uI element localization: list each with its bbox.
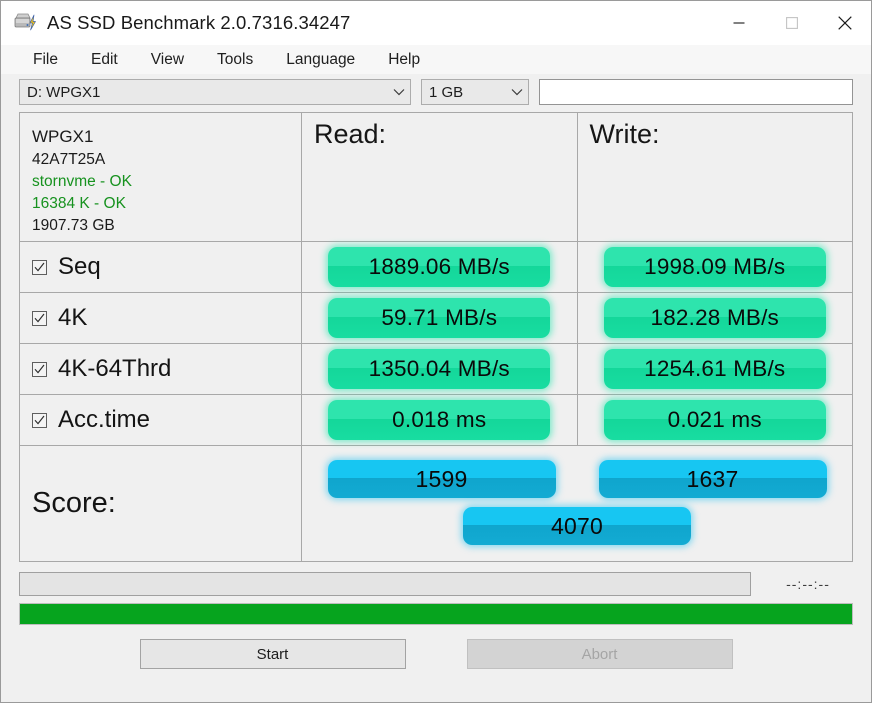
title-bar: AS SSD Benchmark 2.0.7316.34247 bbox=[1, 1, 871, 45]
device-capacity: 1907.73 GB bbox=[32, 217, 115, 235]
table-row: Seq 1889.06 MB/s 1998.09 MB/s bbox=[20, 242, 852, 293]
test-label-cell-4k: 4K bbox=[20, 293, 302, 343]
bottom-panel: --:--:-- Start Abort bbox=[19, 572, 853, 669]
results-grid: WPGX1 42A7T25A stornvme - OK 16384 K - O… bbox=[19, 112, 853, 562]
checkbox-4k[interactable] bbox=[32, 310, 47, 326]
write-header-label: Write: bbox=[589, 119, 660, 149]
score-label-cell: Score: bbox=[20, 446, 302, 561]
start-button[interactable]: Start bbox=[139, 639, 406, 669]
close-button[interactable] bbox=[818, 1, 871, 45]
read-column-header: Read: bbox=[302, 113, 578, 241]
4k-64thrd-read-value: 1350.04 MB/s bbox=[328, 349, 551, 389]
score-top-row: 1599 1637 bbox=[302, 460, 852, 498]
device-driver-status: stornvme - OK bbox=[32, 173, 132, 191]
acc-time-read-value: 0.018 ms bbox=[328, 400, 551, 440]
score-row: Score: 1599 1637 4070 bbox=[20, 446, 852, 561]
status-row: --:--:-- bbox=[19, 572, 853, 596]
score-total-value: 4070 bbox=[463, 507, 691, 545]
elapsed-timer: --:--:-- bbox=[786, 576, 830, 592]
score-bottom-row: 4070 bbox=[302, 507, 852, 545]
drive-select[interactable]: D: WPGX1 bbox=[19, 79, 411, 105]
4k-write-cell: 182.28 MB/s bbox=[578, 293, 853, 343]
chevron-down-icon bbox=[388, 88, 410, 96]
seq-read-cell: 1889.06 MB/s bbox=[302, 242, 578, 292]
abort-button: Abort bbox=[466, 639, 733, 669]
test-label-seq: Seq bbox=[58, 253, 101, 280]
seq-read-value: 1889.06 MB/s bbox=[328, 247, 551, 287]
size-select-value: 1 GB bbox=[429, 83, 464, 101]
acc-time-write-value: 0.021 ms bbox=[603, 400, 826, 440]
drive-select-value: D: WPGX1 bbox=[27, 83, 101, 101]
action-buttons: Start Abort bbox=[19, 639, 853, 669]
checkbox-acc-time[interactable] bbox=[32, 412, 47, 428]
device-info-cell: WPGX1 42A7T25A stornvme - OK 16384 K - O… bbox=[20, 113, 302, 241]
menu-item-help[interactable]: Help bbox=[378, 48, 430, 72]
maximize-button[interactable] bbox=[765, 1, 818, 45]
hard-drive-icon bbox=[13, 12, 37, 34]
window-title: AS SSD Benchmark 2.0.7316.34247 bbox=[47, 12, 351, 33]
chevron-down-icon bbox=[506, 88, 528, 96]
device-name: WPGX1 bbox=[32, 127, 94, 146]
write-column-header: Write: bbox=[578, 113, 853, 241]
test-label-acc-time: Acc.time bbox=[58, 406, 151, 433]
size-select[interactable]: 1 GB bbox=[421, 79, 529, 105]
status-message-box bbox=[19, 572, 751, 596]
score-write-value: 1637 bbox=[598, 460, 827, 498]
table-row: Acc.time 0.018 ms 0.021 ms bbox=[20, 395, 852, 446]
menu-item-view[interactable]: View bbox=[141, 48, 194, 72]
4k-read-cell: 59.71 MB/s bbox=[302, 293, 578, 343]
toolbar: D: WPGX1 1 GB bbox=[1, 74, 871, 110]
checkbox-seq[interactable] bbox=[32, 259, 47, 275]
seq-write-cell: 1998.09 MB/s bbox=[578, 242, 853, 292]
minimize-button[interactable] bbox=[712, 1, 765, 45]
menu-item-language[interactable]: Language bbox=[276, 48, 365, 72]
table-row: 4K 59.71 MB/s 182.28 MB/s bbox=[20, 293, 852, 344]
score-title: Score: bbox=[32, 487, 116, 519]
score-values-area: 1599 1637 4070 bbox=[302, 446, 852, 561]
acc-time-read-cell: 0.018 ms bbox=[302, 395, 578, 445]
test-label-cell-acctime: Acc.time bbox=[20, 395, 302, 445]
4k-64thrd-write-value: 1254.61 MB/s bbox=[603, 349, 826, 389]
table-row: 4K-64Thrd 1350.04 MB/s 1254.61 MB/s bbox=[20, 344, 852, 395]
menu-item-tools[interactable]: Tools bbox=[207, 48, 263, 72]
score-read-value: 1599 bbox=[327, 460, 556, 498]
progress-bar-fill bbox=[20, 604, 852, 624]
test-label-4k-64thrd: 4K-64Thrd bbox=[58, 355, 172, 382]
test-label-4k: 4K bbox=[58, 304, 88, 331]
test-label-cell-4k64thrd: 4K-64Thrd bbox=[20, 344, 302, 394]
menu-item-edit[interactable]: Edit bbox=[81, 48, 128, 72]
menu-item-file[interactable]: File bbox=[23, 48, 68, 72]
acc-time-write-cell: 0.021 ms bbox=[578, 395, 853, 445]
as-ssd-benchmark-window: AS SSD Benchmark 2.0.7316.34247 File Edi… bbox=[0, 0, 872, 703]
seq-write-value: 1998.09 MB/s bbox=[603, 247, 826, 287]
4k-64thrd-read-cell: 1350.04 MB/s bbox=[302, 344, 578, 394]
checkbox-4k-64thrd[interactable] bbox=[32, 361, 47, 377]
progress-bar bbox=[19, 603, 853, 625]
4k-read-value: 59.71 MB/s bbox=[328, 298, 551, 338]
4k-64thrd-write-cell: 1254.61 MB/s bbox=[578, 344, 853, 394]
test-label-cell-seq: Seq bbox=[20, 242, 302, 292]
read-header-label: Read: bbox=[314, 119, 387, 149]
menu-bar: File Edit View Tools Language Help bbox=[1, 45, 871, 74]
device-alignment-status: 16384 K - OK bbox=[32, 195, 126, 213]
results-header-row: WPGX1 42A7T25A stornvme - OK 16384 K - O… bbox=[20, 113, 852, 242]
results-panel: WPGX1 42A7T25A stornvme - OK 16384 K - O… bbox=[19, 112, 853, 562]
note-input[interactable] bbox=[539, 79, 853, 105]
window-controls bbox=[712, 1, 871, 45]
4k-write-value: 182.28 MB/s bbox=[603, 298, 826, 338]
device-firmware: 42A7T25A bbox=[32, 151, 106, 169]
